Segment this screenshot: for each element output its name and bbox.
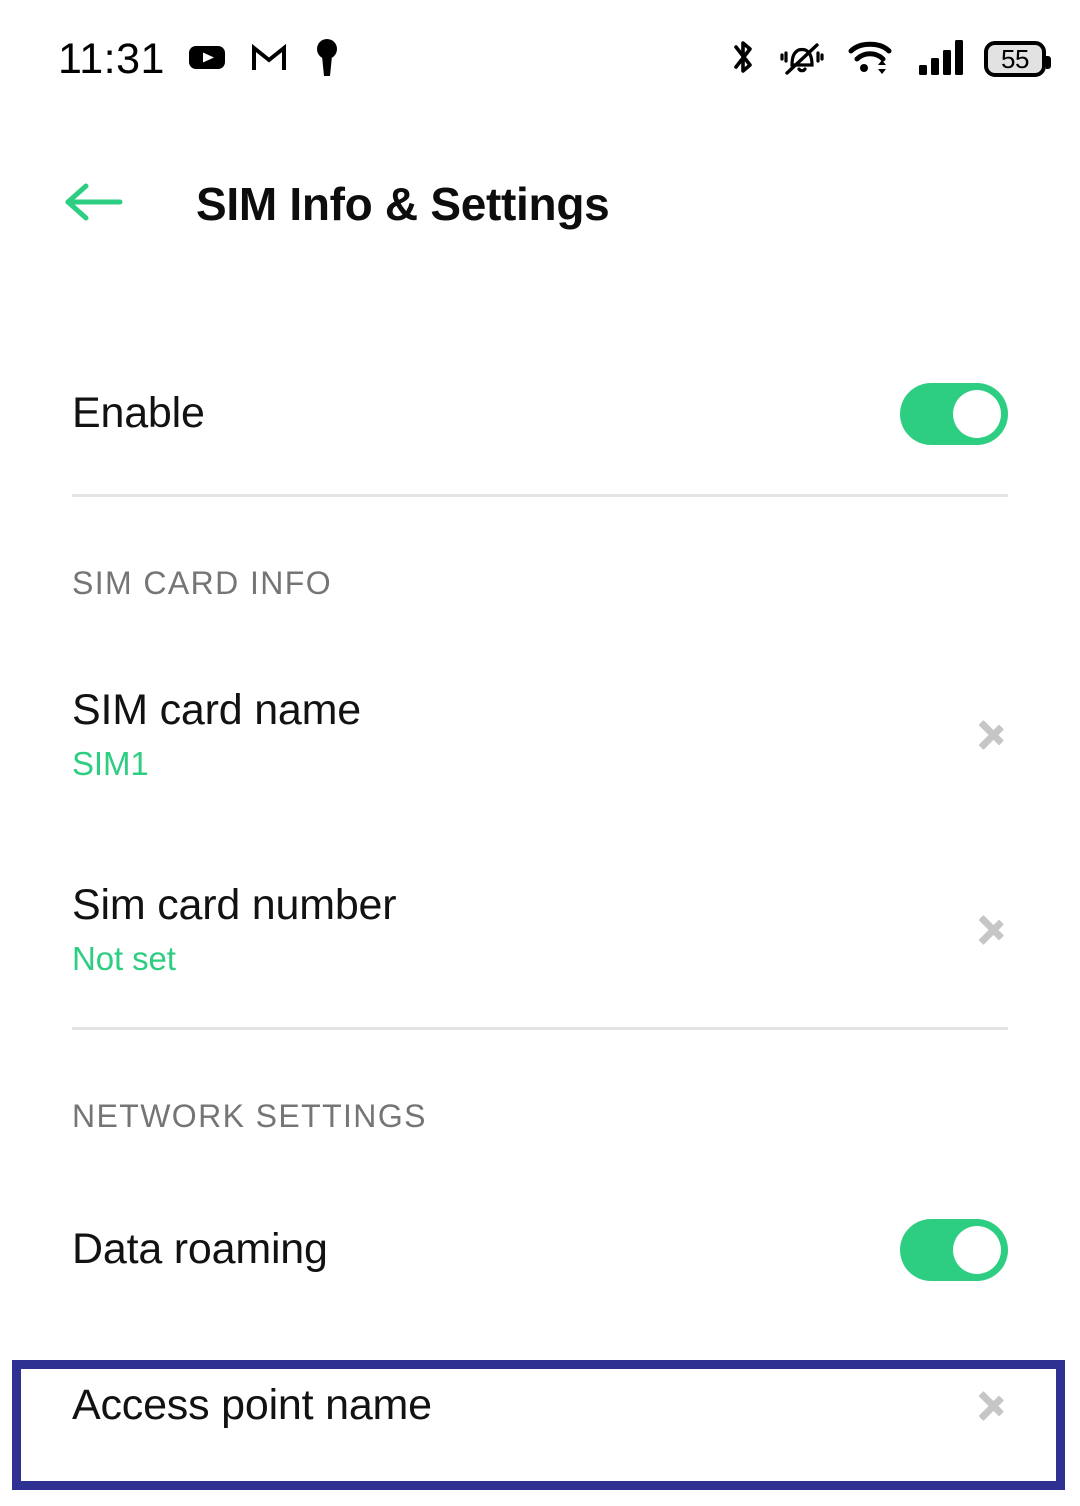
status-clock: 11:31	[58, 34, 165, 83]
gmail-icon	[249, 37, 289, 82]
status-bar-left: 11:31	[58, 36, 343, 83]
youtube-icon	[187, 37, 227, 82]
divider-2-spacer	[0, 1030, 1080, 1062]
row-sim-card-number-label: Sim card number	[72, 880, 397, 929]
signal-icon	[917, 35, 965, 84]
status-bar-right: 55	[728, 35, 1051, 84]
arrow-left-icon	[64, 178, 124, 231]
divider-1-spacer	[0, 497, 1080, 529]
row-enable-texts: Enable	[72, 391, 205, 436]
enable-toggle-knob	[953, 390, 1001, 438]
phone-screen: 11:31 55 SIM Info & Settings Enable SIM …	[0, 0, 1080, 1506]
chevron-right-icon[interactable]	[978, 707, 1008, 763]
battery-icon: 55	[984, 41, 1051, 77]
row-enable-label: Enable	[72, 389, 205, 438]
bluetooth-icon	[728, 35, 758, 84]
vibrate-icon	[777, 35, 827, 84]
row-sim-card-name-texts: SIM card name SIM1	[72, 685, 361, 782]
row-data-roaming-texts: Data roaming	[72, 1227, 328, 1272]
row-sim-card-name-label: SIM card name	[72, 685, 361, 734]
row-sim-card-number-value: Not set	[72, 939, 176, 977]
section-header-network-settings: NETWORK SETTINGS	[72, 1098, 427, 1134]
row-enable[interactable]: Enable	[0, 334, 1080, 494]
data-roaming-toggle-knob	[953, 1226, 1001, 1274]
wifi-icon	[846, 35, 898, 84]
row-sim-card-number-texts: Sim card number Not set	[72, 880, 397, 977]
page-title: SIM Info & Settings	[196, 178, 610, 230]
keyhole-icon	[311, 36, 343, 83]
enable-toggle[interactable]	[900, 383, 1008, 445]
settings-list: Enable SIM CARD INFO SIM card name SIM1 …	[0, 258, 1080, 1482]
row-access-point-name-label: Access point name	[72, 1381, 432, 1430]
status-bar: 11:31 55	[0, 0, 1080, 118]
row-data-roaming[interactable]: Data roaming	[0, 1170, 1080, 1330]
row-access-point-name-texts: Access point name	[72, 1383, 432, 1428]
battery-level-label: 55	[1001, 44, 1029, 74]
row-sim-card-number[interactable]: Sim card number Not set	[0, 832, 1080, 1027]
row-data-roaming-label: Data roaming	[72, 1225, 328, 1274]
row-sim-card-name-value: SIM1	[72, 744, 149, 782]
row-access-point-name[interactable]: Access point name	[0, 1330, 1080, 1482]
back-button[interactable]	[62, 172, 126, 236]
top-spacer	[0, 258, 1080, 334]
app-bar: SIM Info & Settings	[0, 150, 1080, 258]
row-sim-card-name[interactable]: SIM card name SIM1	[0, 637, 1080, 832]
data-roaming-toggle[interactable]	[900, 1219, 1008, 1281]
chevron-right-icon[interactable]	[978, 1378, 1008, 1434]
section-header-sim-card-info: SIM CARD INFO	[72, 565, 332, 601]
chevron-right-icon[interactable]	[978, 902, 1008, 958]
